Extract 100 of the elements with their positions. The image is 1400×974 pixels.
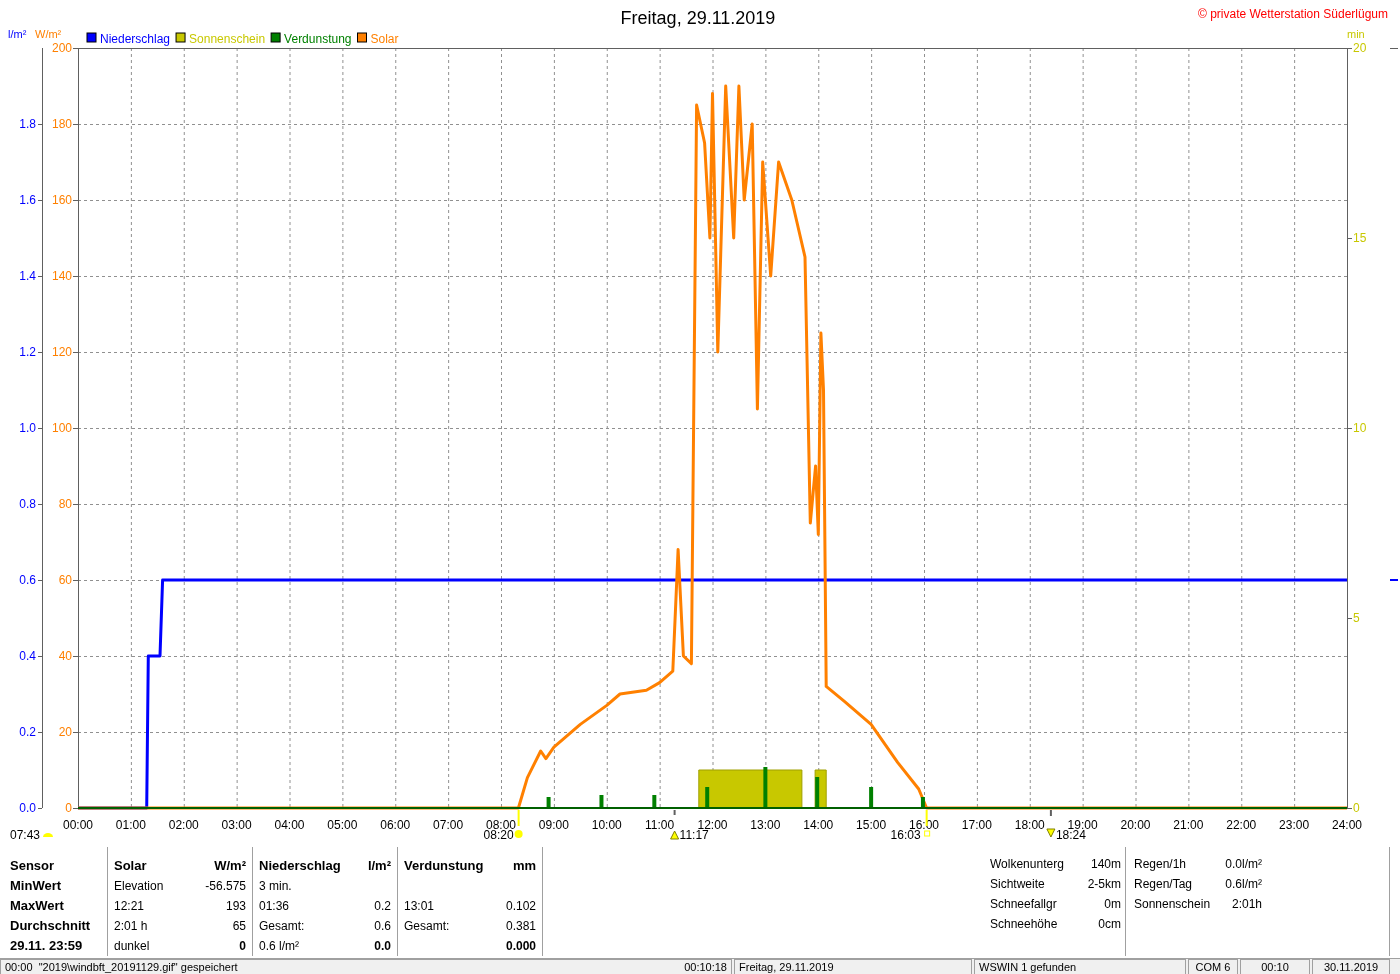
axis-label: 0.4 xyxy=(19,649,36,663)
axis-label: 60 xyxy=(58,573,72,587)
axis-label: 20:00 xyxy=(1120,818,1151,832)
info-value: 140m xyxy=(1090,856,1121,873)
axis-label: 04:00 xyxy=(274,818,305,832)
stat-label: 2:01 h xyxy=(114,918,148,935)
axis-label: 18:00 xyxy=(1014,818,1045,832)
axis-unit: l/m² xyxy=(8,28,27,40)
axis-label: 5 xyxy=(1353,611,1360,625)
info-value: 2-5km xyxy=(1087,876,1121,893)
axis-label: 10 xyxy=(1353,421,1367,435)
stat-label: 0.6 l/m² xyxy=(259,938,299,955)
axis-label: 17:00 xyxy=(961,818,992,832)
axis-label: 06:00 xyxy=(380,818,411,832)
axis-label: 200 xyxy=(51,41,72,55)
axis-label: 0.6 xyxy=(19,573,36,587)
axis-label: 1.8 xyxy=(19,117,36,131)
dawn-icon xyxy=(43,833,53,837)
info-value: 2:01h xyxy=(1231,896,1262,913)
axis-label: 0 xyxy=(1353,801,1360,815)
stat-label: 13:01 xyxy=(404,898,435,915)
axis-label: 1.2 xyxy=(19,345,36,359)
stat-value: 0.000 xyxy=(505,938,536,955)
axis-label: 03:00 xyxy=(221,818,252,832)
stat-value: 193 xyxy=(225,898,246,915)
info-value: 0.0l/m² xyxy=(1225,856,1262,873)
row-label: Sensor xyxy=(10,857,55,875)
info-label: Sichtweite xyxy=(990,876,1045,893)
axis-label: 0 xyxy=(65,801,72,815)
axis-label: 15 xyxy=(1353,231,1367,245)
column-unit: l/m² xyxy=(367,857,391,875)
stat-label: 3 min. xyxy=(259,878,292,895)
axis-label: 20 xyxy=(1353,41,1367,55)
column-unit: W/m² xyxy=(214,857,246,875)
axis-label: 14:00 xyxy=(803,818,834,832)
triangle-up-icon xyxy=(670,830,680,840)
axis-label: 0.0 xyxy=(19,801,36,815)
axis-label: 1.4 xyxy=(19,269,36,283)
axis-label: 01:00 xyxy=(115,818,146,832)
time-marker-line xyxy=(673,809,676,816)
info-label: Schneefallgr xyxy=(990,896,1057,913)
axis-label: 120 xyxy=(51,345,72,359)
status-text: 30.11.2019 xyxy=(1323,960,1379,974)
axis-label: 140 xyxy=(51,269,72,283)
sun-time: 07:43 xyxy=(10,828,41,842)
stat-value: -56.575 xyxy=(205,878,246,895)
row-label: Durchschnitt xyxy=(10,917,91,935)
axis-label: 07:00 xyxy=(433,818,464,832)
stat-value: 0.102 xyxy=(505,898,536,915)
axis-label: 15:00 xyxy=(856,818,887,832)
info-value: 0.6l/m² xyxy=(1225,876,1262,893)
legend-label: Niederschlag xyxy=(100,32,171,46)
axis-label: 10:00 xyxy=(591,818,622,832)
column-header: Niederschlag xyxy=(259,857,341,875)
axis-label: 11:00 xyxy=(645,818,675,832)
stat-value: 0.0 xyxy=(374,938,391,955)
info-label: Schneehöhe xyxy=(990,916,1058,933)
stat-label: Elevation xyxy=(114,878,164,895)
row-label: MaxWert xyxy=(10,897,64,915)
axis-label: 09:00 xyxy=(538,818,569,832)
stat-label: Gesamt: xyxy=(259,918,305,935)
axis-label: 40 xyxy=(58,649,72,663)
stat-label: Gesamt: xyxy=(404,918,450,935)
axis-label: 20 xyxy=(58,725,72,739)
axis-label: 00:00 xyxy=(63,818,93,832)
status-text: 00:10:18 xyxy=(684,960,727,974)
axis-label: 1.0 xyxy=(19,421,36,435)
triangle-down-icon xyxy=(1046,828,1056,838)
axis-label: 100 xyxy=(51,421,72,435)
status-text: Freitag, 29.11.2019 xyxy=(739,960,834,974)
axis-label: 160 xyxy=(51,193,72,207)
axis-label: 1.6 xyxy=(19,193,36,207)
copyright-text: © private Wetterstation Süderlügum xyxy=(1197,7,1388,21)
status-text: WSWIN 1 gefunden xyxy=(979,960,1077,974)
stat-label: 01:36 xyxy=(259,898,290,915)
info-label: Regen/Tag xyxy=(1134,876,1193,893)
column-header: Verdunstung xyxy=(404,857,484,875)
axis-label: 21:00 xyxy=(1173,818,1204,832)
info-value: 0m xyxy=(1104,896,1121,913)
axis-label: 24:00 xyxy=(1332,818,1362,832)
axis-label: 05:00 xyxy=(327,818,358,832)
sun-icon xyxy=(514,830,523,838)
axis-label: 180 xyxy=(51,117,72,131)
stat-value: 0 xyxy=(239,938,246,955)
status-text: COM 6 xyxy=(1195,960,1231,974)
info-label: Sonnenschein xyxy=(1134,896,1211,913)
info-value: 0cm xyxy=(1098,916,1121,933)
axis-unit: W/m² xyxy=(35,28,62,40)
stat-value: 0.2 xyxy=(374,898,391,915)
axis-label: 02:00 xyxy=(168,818,199,832)
info-label: Wolkenunterg xyxy=(990,856,1064,873)
stat-value: 0.6 xyxy=(374,918,391,935)
column-unit: mm xyxy=(512,857,536,875)
chart-title: Freitag, 29.11.2019 xyxy=(620,8,776,28)
stat-label: dunkel xyxy=(114,938,150,955)
axis-unit: min xyxy=(1347,28,1365,40)
stat-value: 65 xyxy=(232,918,246,935)
status-text: 00:00 "2019\windbft_20191129.gif" gespeichert xyxy=(5,960,238,974)
axis-label: 13:00 xyxy=(750,818,781,832)
stat-label: 12:21 xyxy=(114,898,145,915)
